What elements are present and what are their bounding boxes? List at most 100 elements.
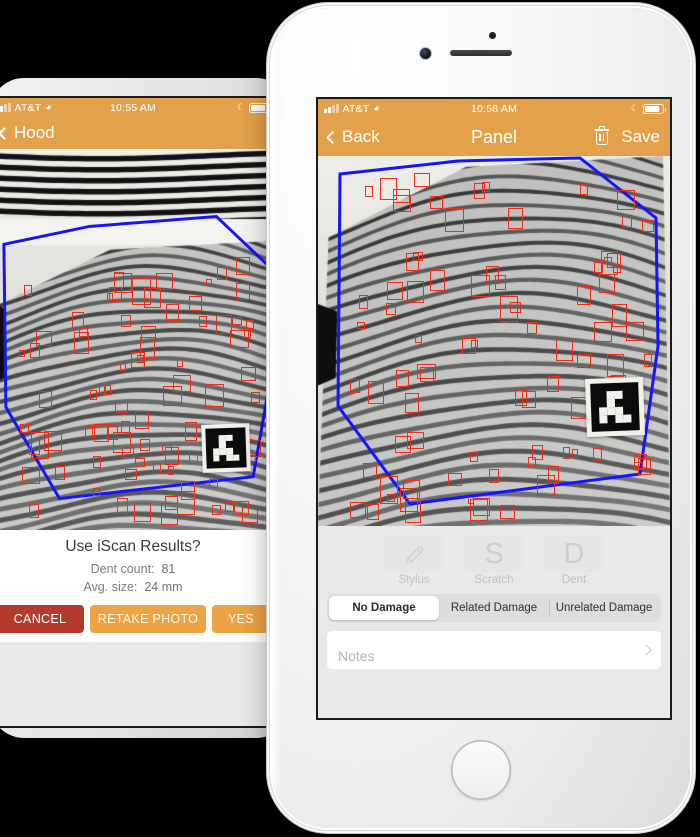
dent-bounding-box[interactable] xyxy=(445,208,464,233)
dent-bounding-box[interactable] xyxy=(120,420,130,433)
yes-button[interactable]: YES xyxy=(212,605,270,634)
dent-bounding-box[interactable] xyxy=(230,329,249,348)
dent-bounding-box[interactable] xyxy=(386,493,395,503)
dent-bounding-box[interactable] xyxy=(469,452,479,462)
dent-bounding-box[interactable] xyxy=(546,376,559,393)
dent-bounding-box[interactable] xyxy=(576,353,591,368)
dent-bounding-box[interactable] xyxy=(643,354,653,368)
dent-bounding-box[interactable] xyxy=(152,462,162,475)
dent-bounding-box[interactable] xyxy=(54,465,66,480)
dent-bounding-box[interactable] xyxy=(208,478,218,488)
tool-stylus[interactable]: Stylus xyxy=(385,536,443,586)
dent-bounding-box[interactable] xyxy=(93,488,101,497)
dent-bounding-box[interactable] xyxy=(165,304,180,322)
dent-bounding-box[interactable] xyxy=(494,274,507,291)
dent-bounding-box[interactable] xyxy=(215,314,232,334)
dent-bounding-box[interactable] xyxy=(367,380,385,404)
dent-bounding-box[interactable] xyxy=(115,400,128,413)
dent-bounding-box[interactable] xyxy=(28,438,41,455)
tool-dent[interactable]: D Dent xyxy=(545,536,603,587)
dent-bounding-box[interactable] xyxy=(112,432,132,454)
dent-bounding-box[interactable] xyxy=(572,449,579,458)
left-scan-image[interactable] xyxy=(0,149,276,530)
dent-bounding-box[interactable] xyxy=(604,257,613,264)
dent-bounding-box[interactable] xyxy=(205,384,224,408)
dent-bounding-box[interactable] xyxy=(140,325,157,343)
dent-bounding-box[interactable] xyxy=(43,431,63,452)
dent-bounding-box[interactable] xyxy=(133,503,152,522)
dent-bounding-box[interactable] xyxy=(593,322,612,343)
segment-unrelated-damage[interactable]: Unrelated Damage xyxy=(549,596,659,620)
dent-bounding-box[interactable] xyxy=(163,385,182,406)
dent-bounding-box[interactable] xyxy=(188,295,202,312)
dent-bounding-box[interactable] xyxy=(611,303,628,328)
dent-bounding-box[interactable] xyxy=(469,499,488,522)
dent-bounding-box[interactable] xyxy=(499,505,516,520)
dent-bounding-box[interactable] xyxy=(236,282,251,301)
dent-bounding-box[interactable] xyxy=(414,334,423,344)
dent-bounding-box[interactable] xyxy=(104,385,112,396)
dent-bounding-box[interactable] xyxy=(18,349,25,357)
dent-bounding-box[interactable] xyxy=(576,285,592,305)
dent-bounding-box[interactable] xyxy=(165,495,178,511)
dent-bounding-box[interactable] xyxy=(393,188,410,204)
retake-photo-button[interactable]: RETAKE PHOTO xyxy=(90,605,206,634)
dent-bounding-box[interactable] xyxy=(617,190,635,211)
dent-bounding-box[interactable] xyxy=(23,284,32,297)
dent-bounding-box[interactable] xyxy=(420,366,434,382)
dent-bounding-box[interactable] xyxy=(114,273,133,293)
dent-bounding-box[interactable] xyxy=(638,457,652,476)
dent-bounding-box[interactable] xyxy=(507,208,524,230)
dent-bounding-box[interactable] xyxy=(216,266,228,280)
dent-bounding-box[interactable] xyxy=(30,343,41,358)
dent-bounding-box[interactable] xyxy=(580,183,588,196)
dent-bounding-box[interactable] xyxy=(134,458,145,468)
dent-bounding-box[interactable] xyxy=(526,322,538,334)
dent-bounding-box[interactable] xyxy=(395,369,409,388)
dent-bounding-box[interactable] xyxy=(241,367,257,381)
dent-bounding-box[interactable] xyxy=(164,447,179,465)
dent-bounding-box[interactable] xyxy=(22,467,41,484)
dent-bounding-box[interactable] xyxy=(349,378,361,393)
tool-scratch[interactable]: S Scratch xyxy=(465,536,523,587)
dent-bounding-box[interactable] xyxy=(188,450,198,464)
dent-bounding-box[interactable] xyxy=(241,506,259,523)
dent-bounding-box[interactable] xyxy=(641,219,655,233)
dent-bounding-box[interactable] xyxy=(405,252,419,272)
dent-bounding-box[interactable] xyxy=(555,339,573,361)
dent-bounding-box[interactable] xyxy=(71,311,85,329)
dent-bounding-box[interactable] xyxy=(156,273,174,290)
dent-bounding-box[interactable] xyxy=(235,257,250,275)
dent-bounding-box[interactable] xyxy=(622,215,632,228)
dent-bounding-box[interactable] xyxy=(245,320,255,329)
dent-bounding-box[interactable] xyxy=(198,316,208,328)
dent-bounding-box[interactable] xyxy=(386,281,403,300)
dent-bounding-box[interactable] xyxy=(85,426,94,439)
dent-bounding-box[interactable] xyxy=(406,281,424,303)
dent-bounding-box[interactable] xyxy=(140,438,150,451)
dent-bounding-box[interactable] xyxy=(481,182,490,193)
dent-bounding-box[interactable] xyxy=(626,322,644,341)
dent-bounding-box[interactable] xyxy=(349,501,366,518)
dent-bounding-box[interactable] xyxy=(509,301,522,314)
dent-bounding-box[interactable] xyxy=(521,391,537,409)
dent-bounding-box[interactable] xyxy=(177,491,195,515)
dent-bounding-box[interactable] xyxy=(20,423,29,434)
dent-bounding-box[interactable] xyxy=(363,462,378,479)
dent-bounding-box[interactable] xyxy=(78,327,88,338)
segment-no-damage[interactable]: No Damage xyxy=(329,596,439,620)
back-button[interactable]: Back xyxy=(326,127,380,147)
home-button[interactable] xyxy=(451,740,511,800)
back-button[interactable]: Hood xyxy=(0,123,55,143)
save-button[interactable]: Save xyxy=(621,127,660,147)
dent-bounding-box[interactable] xyxy=(364,186,374,198)
segment-related-damage[interactable]: Related Damage xyxy=(439,596,549,620)
dent-bounding-box[interactable] xyxy=(168,465,175,476)
dent-bounding-box[interactable] xyxy=(593,448,602,461)
dent-bounding-box[interactable] xyxy=(447,473,463,487)
notes-field[interactable]: Notes xyxy=(327,631,661,669)
dent-bounding-box[interactable] xyxy=(358,294,369,310)
dent-bounding-box[interactable] xyxy=(385,303,396,316)
dent-bounding-box[interactable] xyxy=(404,393,420,414)
dent-bounding-box[interactable] xyxy=(176,358,183,368)
